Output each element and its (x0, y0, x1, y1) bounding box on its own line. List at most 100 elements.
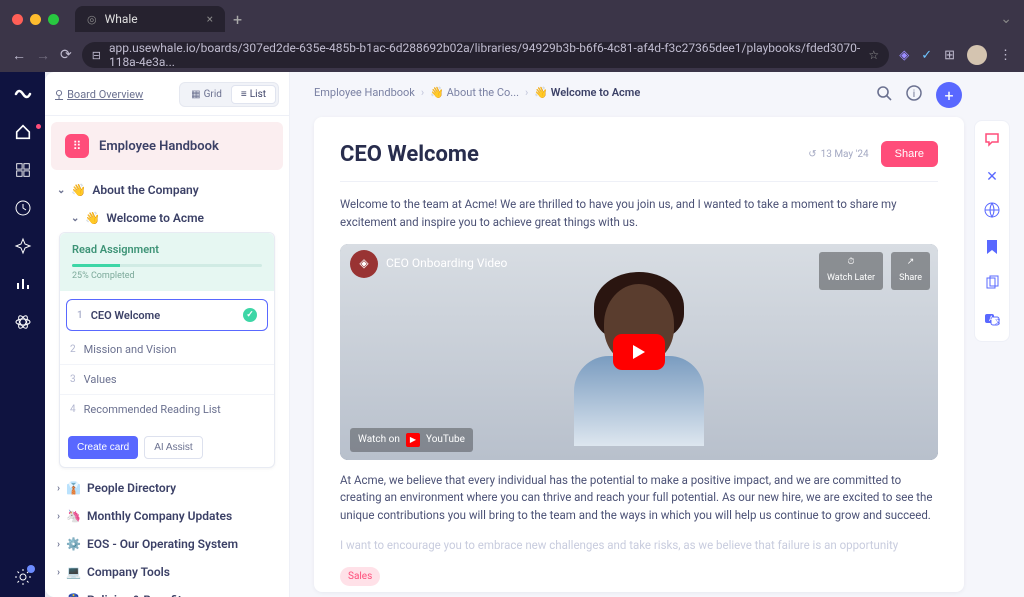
card-mission-vision[interactable]: 2 Mission and Vision (60, 335, 274, 365)
card-ceo-welcome[interactable]: 1 CEO Welcome ✓ (66, 299, 268, 331)
browser-tab[interactable]: ◎ Whale × (75, 6, 225, 32)
logo-icon[interactable] (13, 84, 33, 104)
section-emoji: 👮 (66, 593, 81, 597)
list-icon: ≡ (241, 89, 247, 100)
section-people-directory[interactable]: › 👔 People Directory (53, 474, 281, 502)
board-overview-link[interactable]: ⚲ Board Overview (55, 88, 143, 101)
svg-text:i: i (913, 89, 915, 100)
sparkle-icon[interactable] (13, 236, 33, 256)
chevron-down-icon: ⌄ (71, 213, 79, 224)
settings-icon[interactable] (13, 567, 33, 587)
reload-button[interactable]: ⟳ (60, 47, 72, 63)
card-reading-list[interactable]: 4 Recommended Reading List (60, 395, 274, 424)
read-assignment-label: Read Assignment (72, 243, 262, 256)
site-info-icon[interactable]: ⊟ (92, 49, 101, 62)
list-label: List (250, 89, 266, 100)
svg-text:文: 文 (995, 318, 1000, 326)
section-label: EOS - Our Operating System (87, 537, 238, 551)
card-actions: Create card AI Assist (60, 428, 274, 467)
handbook-icon: ⠿ (65, 134, 89, 158)
add-button[interactable]: + (936, 82, 962, 108)
close-icon[interactable]: ✕ (986, 169, 998, 185)
chevron-right-icon: › (525, 86, 528, 99)
card-values[interactable]: 3 Values (60, 365, 274, 395)
dashboard-icon[interactable] (13, 160, 33, 180)
card-number: 3 (70, 374, 76, 385)
video-share-button[interactable]: ↗Share (891, 252, 930, 290)
breadcrumb-item[interactable]: Employee Handbook (314, 86, 415, 99)
toolbar-extensions: ◈ ✓ ⊞ ⋮ (899, 45, 1012, 65)
help-icon[interactable]: i (906, 85, 922, 105)
chevron-right-icon: › (57, 511, 60, 522)
window-minimize[interactable] (30, 14, 41, 25)
app-root: ⚲ Board Overview ▦ Grid ≡ List ⠿ Employe… (0, 72, 1024, 597)
document-title: CEO Welcome (340, 142, 479, 167)
share-button[interactable]: Share (881, 141, 938, 167)
video-controls-top: ⏱Watch Later ↗Share (819, 252, 930, 290)
document-body: Welcome to the team at Acme! We are thri… (340, 182, 938, 592)
chat-icon[interactable] (983, 131, 1001, 153)
time-icon[interactable] (13, 198, 33, 218)
section-company-tools[interactable]: › 💻 Company Tools (53, 558, 281, 586)
video-title: CEO Onboarding Video (386, 254, 507, 273)
window-controls (12, 14, 59, 25)
anchor-icon: ⚲ (55, 88, 63, 101)
window-maximize[interactable] (48, 14, 59, 25)
watch-on-youtube[interactable]: Watch on ▶ YouTube (350, 428, 473, 452)
ai-assist-button[interactable]: AI Assist (144, 436, 202, 459)
list-view-button[interactable]: ≡ List (231, 85, 276, 104)
right-action-rail: ✕ A文 (974, 120, 1010, 342)
translate-icon[interactable]: A文 (984, 311, 1000, 331)
section-company-updates[interactable]: › 🦄 Monthly Company Updates (53, 502, 281, 530)
create-card-button[interactable]: Create card (68, 436, 138, 459)
playbook-panel: Read Assignment 25% Completed 1 CEO Welc… (59, 232, 275, 468)
tab-close-icon[interactable]: × (207, 12, 213, 26)
play-button[interactable] (613, 334, 665, 370)
ext-2-icon[interactable]: ✓ (921, 48, 932, 63)
chevron-right-icon: › (57, 539, 60, 550)
search-icon[interactable] (876, 85, 892, 105)
progress-bar (72, 264, 262, 267)
bookmark-star-icon[interactable]: ☆ (868, 48, 879, 62)
profile-avatar[interactable] (967, 45, 987, 65)
window-close[interactable] (12, 14, 23, 25)
grid-icon: ▦ (191, 89, 200, 100)
globe-icon[interactable] (983, 201, 1001, 223)
browser-toolbar: ← → ⟳ ⊟ app.usewhale.io/boards/307ed2de-… (0, 38, 1024, 72)
address-bar[interactable]: ⊟ app.usewhale.io/boards/307ed2de-635e-4… (82, 42, 889, 68)
home-icon[interactable] (13, 122, 33, 142)
chevron-right-icon: › (57, 483, 60, 494)
atom-icon[interactable] (13, 312, 33, 332)
embedded-video[interactable]: ◈ CEO Onboarding Video ⏱Watch Later ↗Sha… (340, 244, 938, 460)
main-area: Employee Handbook › 👋 About the Co... › … (290, 72, 1024, 597)
section-label: People Directory (87, 481, 176, 495)
card-label: Values (84, 373, 117, 386)
content-area: ⚲ Board Overview ▦ Grid ≡ List ⠿ Employe… (45, 72, 1024, 597)
copy-icon[interactable] (984, 275, 1000, 295)
card-number: 1 (77, 310, 83, 321)
new-tab-button[interactable]: + (233, 10, 242, 29)
forward-button[interactable]: → (36, 47, 50, 64)
card-label: Recommended Reading List (84, 403, 221, 416)
tag-sales[interactable]: Sales (340, 567, 380, 587)
section-label: Company Tools (87, 565, 170, 579)
extensions-icon[interactable]: ⊞ (944, 48, 955, 63)
tab-dropdown-icon[interactable]: ⌄ (1000, 11, 1012, 27)
playbook-welcome-acme[interactable]: ⌄ 👋 Welcome to Acme (53, 204, 281, 232)
section-policies[interactable]: › 👮 Policies & Benefits (53, 586, 281, 597)
top-actions: i + (876, 82, 962, 108)
handbook-title: Employee Handbook (99, 139, 219, 154)
ext-1-icon[interactable]: ◈ (899, 48, 909, 63)
analytics-icon[interactable] (13, 274, 33, 294)
board-overview-label: Board Overview (67, 88, 143, 101)
section-eos[interactable]: › ⚙️ EOS - Our Operating System (53, 530, 281, 558)
section-label: About the Company (92, 183, 198, 197)
browser-menu-icon[interactable]: ⋮ (999, 48, 1012, 63)
watch-later-button[interactable]: ⏱Watch Later (819, 252, 883, 290)
bookmark-icon[interactable] (985, 239, 999, 259)
breadcrumb-item[interactable]: 👋 About the Co... (430, 86, 519, 99)
grid-view-button[interactable]: ▦ Grid (182, 85, 231, 104)
video-channel-logo: ◈ (350, 250, 378, 278)
section-about-company[interactable]: ⌄ 👋 About the Company (53, 176, 281, 204)
back-button[interactable]: ← (12, 47, 26, 64)
